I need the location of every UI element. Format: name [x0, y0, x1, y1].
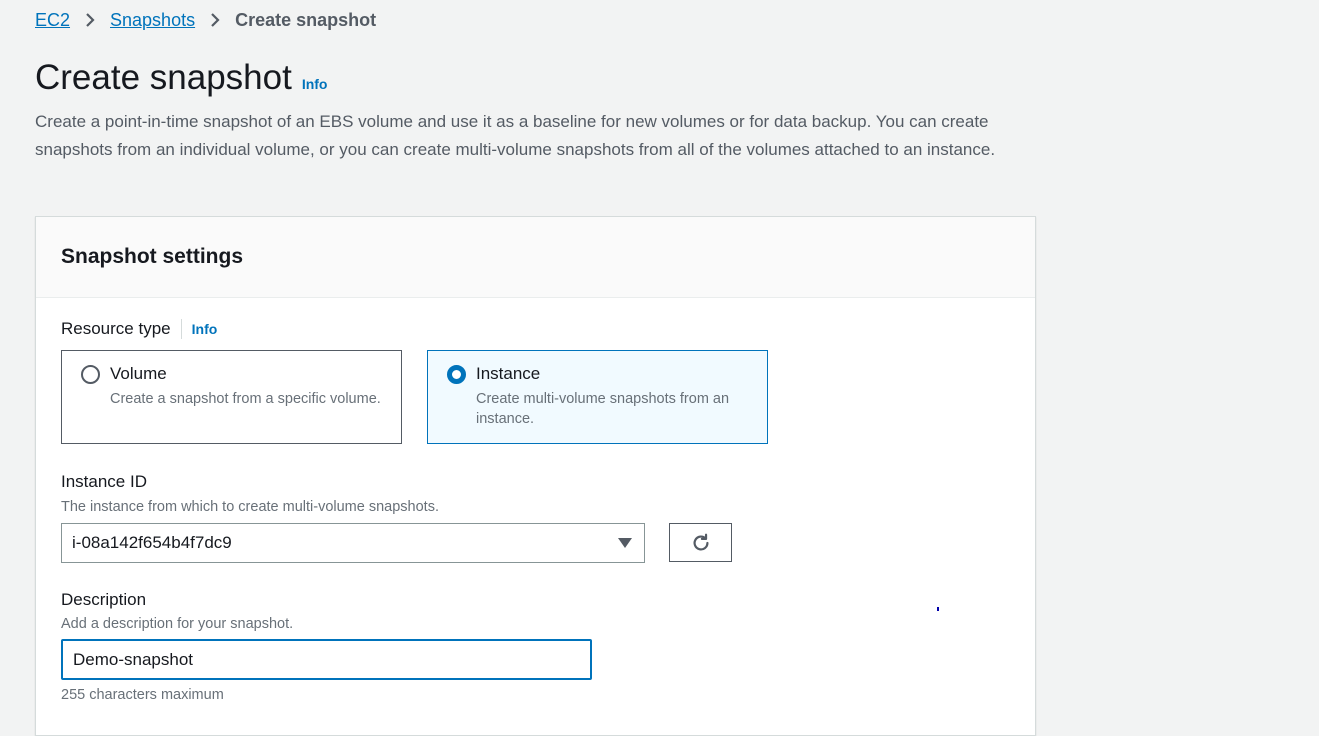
description-help-text: Add a description for your snapshot. [61, 616, 294, 632]
panel-header: Snapshot settings [36, 217, 1035, 298]
instance-id-description: The instance from which to create multi-… [61, 499, 439, 515]
page-header: Create snapshot Info [35, 58, 327, 98]
refresh-instances-button[interactable] [669, 523, 732, 562]
resource-type-instance-tile[interactable]: Instance Create multi-volume snapshots f… [427, 350, 768, 444]
page-description: Create a point-in-time snapshot of an EB… [35, 112, 996, 159]
instance-tile-description: Create multi-volume snapshots from an in… [476, 391, 730, 427]
volume-tile-title: Volume [110, 364, 167, 383]
volume-radio[interactable] [81, 365, 100, 384]
volume-tile-description: Create a snapshot from a specific volume… [110, 391, 381, 407]
resource-type-label: Resource type [61, 319, 171, 338]
instance-id-label: Instance ID [61, 472, 147, 491]
breadcrumb-link-snapshots[interactable]: Snapshots [110, 10, 195, 31]
description-label: Description [61, 590, 147, 609]
instance-tile-title: Instance [476, 364, 541, 383]
snapshot-settings-panel: Snapshot settings Resource type Info Vol… [35, 216, 1036, 736]
breadcrumb-current: Create snapshot [235, 9, 377, 30]
resource-type-volume-tile[interactable]: Volume Create a snapshot from a specific… [61, 350, 402, 444]
cursor-artifact [937, 607, 939, 611]
description-constraint: 255 characters maximum [61, 687, 224, 703]
description-input[interactable] [61, 639, 592, 680]
panel-title: Snapshot settings [61, 245, 244, 268]
breadcrumb: EC2 Snapshots Create snapshot [35, 8, 376, 32]
page-title: Create snapshot [35, 58, 292, 97]
chevron-right-icon [195, 12, 235, 28]
instance-id-select[interactable]: i-08a142f654b4f7dc9 [61, 523, 645, 563]
caret-down-icon [618, 538, 632, 548]
resource-type-label-row: Resource type Info [61, 319, 217, 339]
instance-radio[interactable] [447, 365, 466, 384]
chevron-right-icon [70, 12, 110, 28]
refresh-icon [693, 533, 709, 551]
instance-id-selected-value: i-08a142f654b4f7dc9 [72, 533, 232, 552]
page-info-link[interactable]: Info [302, 76, 328, 92]
label-divider [180, 319, 182, 339]
resource-type-info-link[interactable]: Info [192, 321, 218, 337]
breadcrumb-link-ec2[interactable]: EC2 [35, 10, 70, 31]
